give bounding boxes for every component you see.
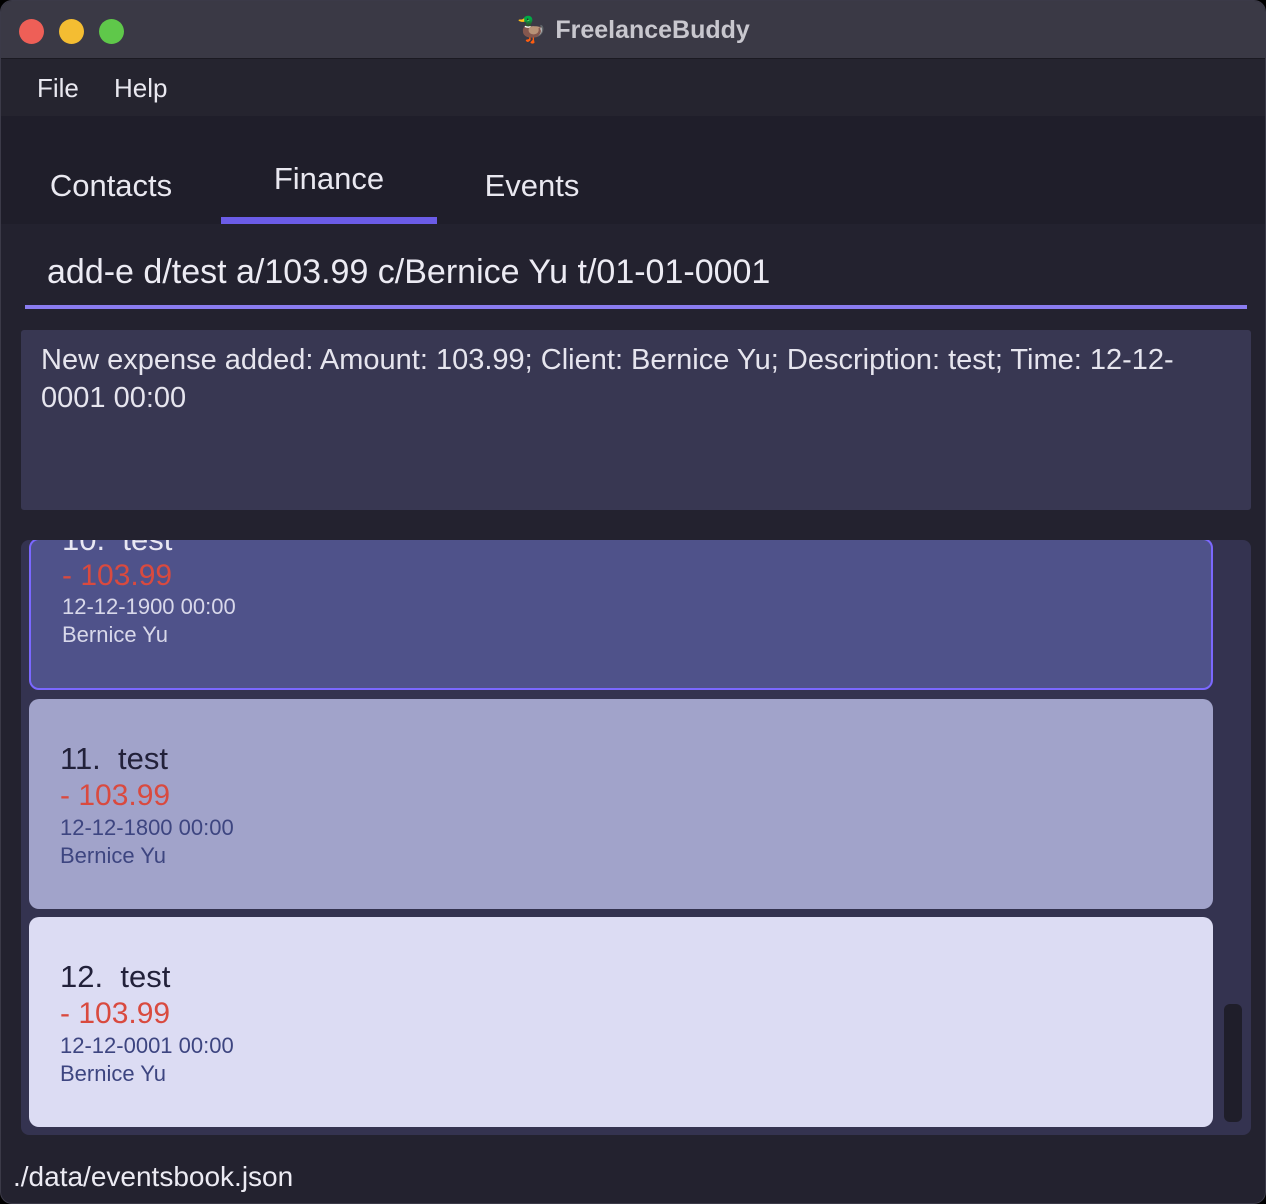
menu-file[interactable]: File	[37, 73, 79, 104]
expense-time: 12-12-1800 00:00	[60, 815, 234, 840]
active-tab-indicator	[221, 217, 437, 224]
tab-finance-label: Finance	[273, 161, 385, 196]
expense-time: 12-12-1900 00:00	[62, 594, 236, 619]
expense-description: test	[120, 959, 171, 994]
expense-client: Bernice Yu	[60, 1061, 167, 1086]
expense-card[interactable]: 12. test - 103.99 12-12-0001 00:00 Berni…	[29, 917, 1213, 1127]
command-input[interactable]: add-e d/test a/103.99 c/Bernice Yu t/01-…	[25, 241, 1247, 309]
tab-events[interactable]: Events	[437, 116, 627, 224]
expense-index: 11.	[60, 741, 101, 776]
expense-client: Bernice Yu	[62, 622, 169, 647]
expense-heading: 12. test	[60, 959, 170, 995]
expense-list[interactable]: 10. test - 103.99 12-12-1900 00:00 Berni…	[21, 540, 1251, 1135]
expense-description: test	[118, 741, 168, 776]
status-bar-path: ./data/eventsbook.json	[13, 1161, 294, 1192]
expense-amount: - 103.99	[60, 997, 171, 1030]
expense-index: 12.	[60, 959, 104, 994]
window-title: 🦆 FreelanceBuddy	[1, 15, 1265, 45]
expense-amount: - 103.99	[62, 559, 173, 592]
tab-contacts-label: Contacts	[49, 168, 173, 203]
result-display: New expense added: Amount: 103.99; Clien…	[21, 330, 1251, 510]
window-title-text: FreelanceBuddy	[555, 16, 750, 44]
expense-index: 10.	[62, 540, 105, 557]
menu-bar: File Help	[1, 59, 1265, 116]
expense-amount: - 103.99	[60, 779, 171, 812]
tab-contacts[interactable]: Contacts	[1, 116, 221, 224]
tab-events-label: Events	[484, 168, 580, 203]
title-bar: 🦆 FreelanceBuddy	[1, 1, 1265, 59]
expense-client: Bernice Yu	[60, 843, 167, 868]
menu-help[interactable]: Help	[114, 73, 167, 104]
duck-icon: 🦆	[516, 15, 548, 44]
expense-heading: 10. test	[62, 540, 172, 558]
expense-card[interactable]: 10. test - 103.99 12-12-1900 00:00 Berni…	[29, 540, 1213, 690]
expense-card[interactable]: 11. test - 103.99 12-12-1800 00:00 Berni…	[29, 699, 1213, 909]
tab-finance[interactable]: Finance	[221, 116, 437, 224]
expense-description: test	[122, 540, 172, 557]
expense-time: 12-12-0001 00:00	[60, 1033, 234, 1058]
list-scrollbar[interactable]	[1224, 1004, 1242, 1122]
tab-bar: Contacts Finance Events	[1, 116, 1265, 224]
app-window: 🦆 FreelanceBuddy File Help Contacts Finan…	[0, 0, 1266, 1204]
expense-heading: 11. test	[60, 741, 168, 777]
